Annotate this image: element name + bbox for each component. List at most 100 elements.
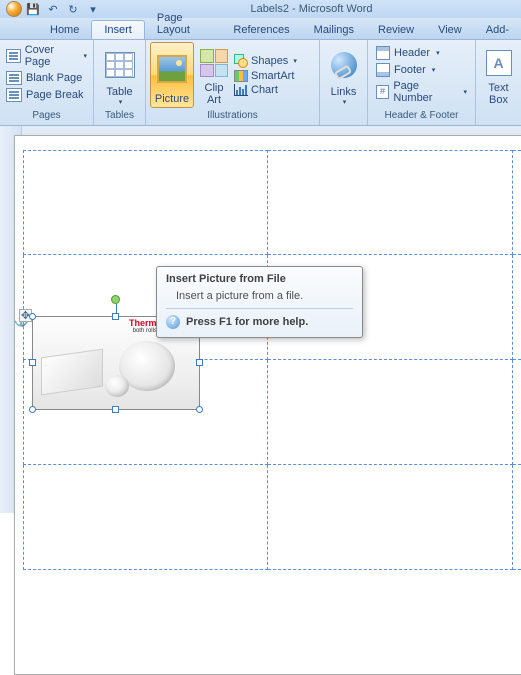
- resize-handle-w[interactable]: [29, 359, 36, 366]
- page-break-button[interactable]: Page Break: [6, 88, 83, 102]
- chart-button[interactable]: Chart: [234, 84, 297, 96]
- tab-references[interactable]: References: [221, 21, 301, 39]
- group-header-footer-label: Header & Footer: [368, 110, 475, 125]
- cover-page-label: Cover Page: [25, 44, 78, 68]
- group-tables-label: Tables: [94, 110, 145, 125]
- blank-page-button[interactable]: Blank Page: [6, 71, 82, 85]
- group-text: A Text Box: [476, 40, 521, 125]
- clipart-button[interactable]: Clip Art: [196, 42, 232, 108]
- rotate-handle[interactable]: [111, 295, 120, 304]
- shapes-button[interactable]: Shapes ▾: [234, 54, 297, 68]
- smartart-button[interactable]: SmartArt: [234, 70, 297, 82]
- qat-save-button[interactable]: 💾: [24, 1, 42, 17]
- label-cell[interactable]: [23, 150, 268, 255]
- resize-handle-e[interactable]: [196, 359, 203, 366]
- smartart-label: SmartArt: [251, 70, 294, 82]
- group-text-label: [476, 110, 521, 125]
- hyperlink-icon: [331, 52, 357, 78]
- resize-handle-s[interactable]: [112, 406, 119, 413]
- label-cell[interactable]: [268, 150, 513, 255]
- clipart-label-2: Art: [207, 94, 221, 106]
- page-number-label: Page Number: [393, 80, 457, 104]
- ribbon-tabs: Home Insert Page Layout References Maili…: [0, 18, 521, 40]
- shapes-icon: [234, 54, 248, 68]
- table-icon: [105, 52, 135, 78]
- redo-icon: ↻: [68, 3, 77, 16]
- tooltip: Insert Picture from File Insert a pictur…: [156, 266, 363, 338]
- tooltip-description: Insert a picture from a file.: [166, 290, 353, 302]
- page-number-button[interactable]: Page Number ▾: [376, 80, 467, 104]
- text-box-label-2: Box: [489, 94, 508, 106]
- resize-handle-nw[interactable]: [29, 313, 36, 320]
- picture-button[interactable]: Picture: [150, 42, 194, 108]
- page-break-icon: [6, 88, 22, 102]
- picture-icon: [157, 55, 187, 83]
- save-icon: 💾: [26, 3, 40, 16]
- title-bar: 💾 ↶ ↻ ▾ Labels2 - Microsoft Word: [0, 0, 521, 18]
- clipart-icon: [200, 49, 228, 77]
- label-cell[interactable]: [513, 465, 521, 570]
- header-label: Header: [394, 47, 430, 59]
- label-cell[interactable]: [513, 255, 521, 360]
- group-tables: Table ▾ Tables: [94, 40, 146, 125]
- smartart-icon: [234, 70, 248, 82]
- chevron-down-icon: ▾: [432, 66, 436, 74]
- group-header-footer: Header ▾ Footer ▾ Page Number ▾ Header &…: [368, 40, 476, 125]
- chevron-down-icon: ▾: [436, 49, 440, 57]
- header-icon: [376, 46, 390, 60]
- chevron-down-icon: ▾: [463, 88, 467, 96]
- tooltip-help: ? Press F1 for more help.: [166, 315, 353, 329]
- label-cell[interactable]: [268, 360, 513, 465]
- chevron-down-icon: ▾: [90, 3, 96, 16]
- resize-handle-n[interactable]: [112, 313, 119, 320]
- document-area[interactable]: ⚓ ✥ Thermal Labels both rolls and fanfol…: [0, 126, 521, 513]
- tooltip-separator: [166, 308, 353, 309]
- label-cell[interactable]: [513, 150, 521, 255]
- tab-view[interactable]: View: [426, 21, 474, 39]
- tab-home[interactable]: Home: [38, 21, 91, 39]
- tab-insert[interactable]: Insert: [91, 20, 145, 39]
- text-box-label-1: Text: [488, 82, 508, 94]
- chevron-down-icon: ▾: [293, 57, 297, 65]
- tab-addins[interactable]: Add-: [474, 21, 521, 39]
- help-icon: ?: [166, 315, 180, 329]
- label-cell[interactable]: [23, 465, 268, 570]
- group-illustrations-label: Illustrations: [146, 110, 319, 125]
- cover-page-icon: [6, 49, 21, 63]
- office-button[interactable]: [6, 1, 22, 17]
- chevron-down-icon: ▾: [343, 98, 347, 106]
- group-illustrations: Picture Clip Art Shapes ▾ SmartArt: [146, 40, 320, 125]
- qat-undo-button[interactable]: ↶: [44, 1, 62, 17]
- blank-page-icon: [6, 71, 22, 85]
- table-button-label: Table: [106, 86, 132, 98]
- footer-icon: [376, 63, 390, 77]
- text-box-icon: A: [486, 50, 512, 76]
- quick-access-toolbar: 💾 ↶ ↻ ▾: [0, 1, 102, 17]
- group-links-label: [320, 110, 367, 125]
- footer-label: Footer: [394, 64, 426, 76]
- group-links: Links ▾: [320, 40, 368, 125]
- blank-page-label: Blank Page: [26, 72, 82, 84]
- links-button[interactable]: Links ▾: [324, 42, 363, 108]
- chevron-down-icon: ▾: [83, 52, 87, 60]
- cover-page-button[interactable]: Cover Page ▾: [6, 44, 87, 68]
- footer-button[interactable]: Footer ▾: [376, 63, 467, 77]
- table-button[interactable]: Table ▾: [98, 42, 141, 108]
- tab-review[interactable]: Review: [366, 21, 426, 39]
- label-cell[interactable]: [268, 465, 513, 570]
- page-number-icon: [376, 85, 389, 99]
- tab-mailings[interactable]: Mailings: [302, 21, 366, 39]
- text-box-button[interactable]: A Text Box: [480, 42, 517, 108]
- resize-handle-sw[interactable]: [29, 406, 36, 413]
- qat-redo-button[interactable]: ↻: [64, 1, 82, 17]
- group-pages-label: Pages: [0, 110, 93, 125]
- label-cell[interactable]: [513, 360, 521, 465]
- header-button[interactable]: Header ▾: [376, 46, 467, 60]
- shapes-label: Shapes: [251, 55, 288, 67]
- tab-page-layout[interactable]: Page Layout: [145, 9, 222, 39]
- group-pages: Cover Page ▾ Blank Page Page Break Pages: [0, 40, 94, 125]
- qat-customize-button[interactable]: ▾: [84, 1, 102, 17]
- picture-button-label: Picture: [155, 93, 189, 105]
- chevron-down-icon: ▾: [119, 98, 123, 106]
- resize-handle-se[interactable]: [196, 406, 203, 413]
